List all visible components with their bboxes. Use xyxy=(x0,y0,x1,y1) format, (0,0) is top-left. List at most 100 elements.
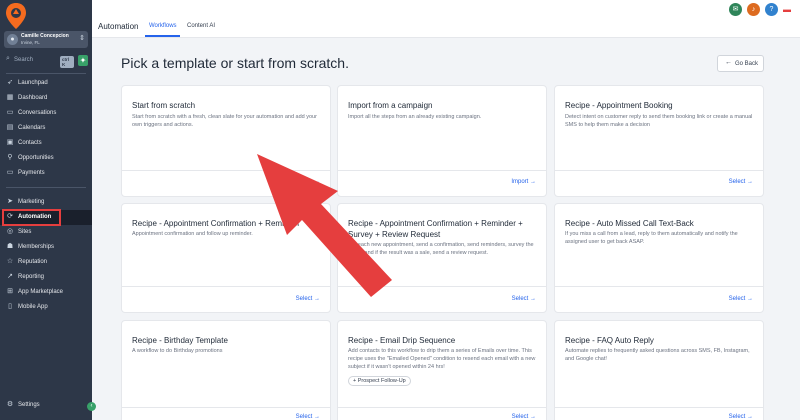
template-card-missed-call-text-back[interactable]: Recipe - Auto Missed Call Text-Back If y… xyxy=(554,203,764,313)
card-action-label: Select xyxy=(728,414,746,420)
arrow-right-icon: → xyxy=(747,296,753,302)
template-card-confirmation-survey-review[interactable]: Recipe - Appointment Confirmation + Remi… xyxy=(337,203,547,313)
card-title: Recipe - FAQ Auto Reply xyxy=(565,336,654,345)
card-divider xyxy=(122,286,330,287)
card-action-label: Select xyxy=(511,414,529,420)
card-title: Recipe - Appointment Confirmation + Remi… xyxy=(348,219,523,239)
sidebar-item-mobile-app[interactable]: ▯ Mobile App xyxy=(0,300,92,315)
sidebar-item-reputation[interactable]: ☆ Reputation xyxy=(0,255,92,270)
arrow-right-icon: → xyxy=(747,414,753,420)
card-description: For each new appointment, send a confirm… xyxy=(348,242,534,256)
sidebar-item-reporting[interactable]: ↗ Reporting xyxy=(0,270,92,285)
sidebar-item-launchpad[interactable]: ➶ Launchpad xyxy=(0,76,92,91)
sidebar-search[interactable]: ⌕ Search ctrl K xyxy=(4,55,74,68)
sidebar-item-memberships[interactable]: ☗ Memberships xyxy=(0,240,92,255)
divider xyxy=(6,73,86,74)
arrow-right-icon: → xyxy=(747,179,753,185)
card-description: If you miss a call from a lead, reply to… xyxy=(565,231,738,245)
dashboard-icon: ▦ xyxy=(6,94,14,101)
select-button[interactable]: Select → xyxy=(729,414,753,420)
arrow-right-icon: → xyxy=(314,296,320,302)
card-description: Import all the steps from an already exi… xyxy=(348,114,482,120)
tab-workflows[interactable]: Workflows xyxy=(149,23,177,29)
continue-button[interactable]: Continue → xyxy=(288,179,320,185)
card-action-label: Select xyxy=(295,414,313,420)
card-title: Recipe - Birthday Template xyxy=(132,336,228,345)
help-icon[interactable]: ? xyxy=(765,3,778,16)
card-icon: ▭ xyxy=(6,169,14,176)
card-divider xyxy=(555,407,763,408)
sidebar-item-label: Dashboard xyxy=(18,95,48,101)
rocket-icon: ➶ xyxy=(7,79,13,86)
avatar-icon: ● xyxy=(7,34,18,45)
sidebar-item-label: Launchpad xyxy=(18,80,48,86)
sidebar-item-label: Settings xyxy=(18,402,40,408)
page-title: Pick a template or start from scratch. xyxy=(121,55,349,71)
active-tab-indicator xyxy=(145,35,180,37)
template-card-start-from-scratch[interactable]: Start from scratch Start from scratch wi… xyxy=(121,85,331,197)
select-button[interactable]: Select → xyxy=(512,296,536,302)
import-button[interactable]: Import → xyxy=(511,179,536,185)
sidebar-item-app-marketplace[interactable]: ⊞ App Marketplace xyxy=(0,285,92,300)
collapse-sidebar-icon[interactable]: ‹ xyxy=(87,402,96,411)
select-button[interactable]: Select → xyxy=(512,414,536,420)
arrow-right-icon: → xyxy=(314,179,320,185)
select-button[interactable]: Select → xyxy=(296,296,320,302)
sidebar-item-settings[interactable]: ⚙ Settings xyxy=(0,398,92,413)
card-divider xyxy=(338,170,546,171)
tab-content-ai[interactable]: Content AI xyxy=(187,23,215,29)
arrow-left-icon: ← xyxy=(725,59,732,66)
megaphone-icon[interactable]: ✉ xyxy=(729,3,742,16)
sidebar-item-label: Marketing xyxy=(18,199,45,205)
card-action-label: Import xyxy=(511,179,529,185)
sidebar-item-label: Reporting xyxy=(18,274,45,280)
card-description: Start from scratch with a fresh, clean s… xyxy=(132,114,317,128)
brand-logo-icon xyxy=(6,3,26,29)
grid-icon: ⊞ xyxy=(7,288,13,295)
select-button[interactable]: Select → xyxy=(296,414,320,420)
template-card-import-campaign[interactable]: Import from a campaign Import all the st… xyxy=(337,85,547,197)
card-title: Recipe - Email Drip Sequence xyxy=(348,336,456,345)
sidebar-item-marketing[interactable]: ➤ Marketing xyxy=(0,195,92,210)
card-description: Appointment confirmation and follow up r… xyxy=(132,231,253,237)
bell-icon[interactable]: ♪ xyxy=(747,3,760,16)
sidebar-item-dashboard[interactable]: ▦ Dashboard xyxy=(0,91,92,106)
chat-icon: ▭ xyxy=(6,109,14,116)
go-back-label: Go Back xyxy=(735,61,759,67)
phone-icon: ▯ xyxy=(8,303,12,310)
app-title: Automation xyxy=(98,22,139,31)
card-description: Add contacts to this workflow to drip th… xyxy=(348,348,536,370)
template-card-faq-auto-reply[interactable]: Recipe - FAQ Auto Reply Automate replies… xyxy=(554,320,764,420)
quick-add-icon[interactable]: ✦ xyxy=(78,55,88,66)
arrow-right-icon: → xyxy=(530,296,536,302)
gear-icon: ⚙ xyxy=(6,401,14,408)
sidebar-item-calendars[interactable]: ▤ Calendars xyxy=(0,121,92,136)
flag-icon[interactable]: ▬ xyxy=(783,5,791,14)
sidebar-item-sites[interactable]: ◎ Sites xyxy=(0,225,92,240)
sidebar-item-label: Conversations xyxy=(18,110,57,116)
template-card-birthday[interactable]: Recipe - Birthday Template A workflow to… xyxy=(121,320,331,420)
card-divider xyxy=(555,286,763,287)
select-button[interactable]: Select → xyxy=(729,296,753,302)
search-shortcut-badge: ctrl K xyxy=(60,56,74,68)
card-description: A workflow to do Birthday promotions xyxy=(132,348,223,354)
template-card-email-drip[interactable]: Recipe - Email Drip Sequence Add contact… xyxy=(337,320,547,420)
send-icon: ➤ xyxy=(7,198,13,205)
tag-badge: + Prospect Follow-Up xyxy=(348,376,411,386)
sidebar-item-conversations[interactable]: ▭ Conversations xyxy=(0,106,92,121)
calendar-icon: ▤ xyxy=(6,124,14,131)
go-back-button[interactable]: ← Go Back xyxy=(717,55,764,72)
select-button[interactable]: Select → xyxy=(729,179,753,185)
sidebar-item-opportunities[interactable]: ⚲ Opportunities xyxy=(0,151,92,166)
search-icon: ⌕ xyxy=(6,55,10,62)
chart-icon: ↗ xyxy=(7,273,13,280)
template-card-appointment-booking[interactable]: Recipe - Appointment Booking Detect inte… xyxy=(554,85,764,197)
sidebar-item-contacts[interactable]: ▣ Contacts xyxy=(0,136,92,151)
account-switcher[interactable]: ● Camille Concepcion Irvine, FL ⇕ xyxy=(4,31,88,48)
card-divider xyxy=(122,407,330,408)
template-card-appointment-confirmation[interactable]: Recipe - Appointment Confirmation + Remi… xyxy=(121,203,331,313)
plus-icon: + xyxy=(353,378,357,384)
funnel-icon: ⚲ xyxy=(7,154,13,161)
sidebar-item-payments[interactable]: ▭ Payments xyxy=(0,166,92,181)
card-title: Recipe - Appointment Booking xyxy=(565,101,673,110)
